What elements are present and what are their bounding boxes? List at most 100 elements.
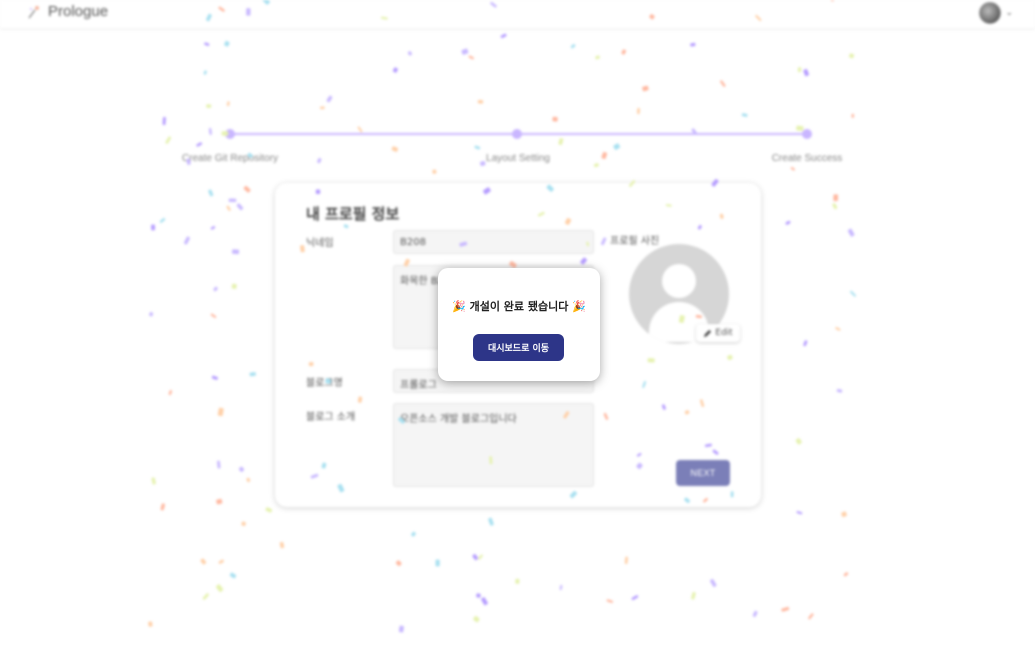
- confetti-piece: [684, 410, 690, 415]
- confetti-piece: [343, 224, 349, 229]
- confetti-piece: [483, 187, 491, 195]
- confetti-piece: [326, 95, 333, 103]
- confetti-piece: [803, 69, 810, 77]
- confetti-piece: [490, 1, 497, 8]
- confetti-piece: [552, 116, 558, 122]
- confetti-piece: [213, 286, 218, 292]
- confetti-piece: [162, 116, 166, 126]
- confetti-piece: [200, 558, 207, 565]
- confetti-piece: [703, 497, 708, 503]
- confetti-piece: [204, 42, 210, 46]
- confetti-piece: [796, 511, 803, 515]
- confetti-piece: [637, 107, 640, 115]
- confetti-piece: [151, 224, 156, 231]
- confetti-piece: [564, 217, 572, 225]
- confetti-piece: [684, 497, 691, 504]
- confetti-piece: [208, 127, 212, 135]
- confetti-piece: [678, 315, 685, 324]
- confetti-piece: [391, 146, 399, 152]
- go-to-dashboard-button[interactable]: 대시보드로 이동: [473, 334, 564, 361]
- confetti-piece: [580, 257, 588, 265]
- confetti-piece: [606, 599, 614, 603]
- confetti-piece: [851, 113, 855, 118]
- confetti-piece: [704, 443, 712, 448]
- confetti-piece: [398, 625, 404, 633]
- confetti-piece: [459, 241, 468, 247]
- confetti-piece: [796, 125, 804, 131]
- confetti-piece: [850, 290, 856, 297]
- confetti-piece: [720, 80, 726, 87]
- confetti-piece: [603, 412, 609, 420]
- confetti-piece: [476, 593, 481, 598]
- confetti-piece: [781, 606, 790, 612]
- confetti-piece: [647, 358, 655, 363]
- confetti-piece: [208, 189, 214, 197]
- confetti-piece: [697, 224, 702, 230]
- confetti-piece: [477, 99, 484, 104]
- confetti-piece: [380, 16, 388, 20]
- confetti-piece: [357, 126, 363, 133]
- confetti-piece: [315, 189, 321, 195]
- confetti-piece: [803, 340, 808, 347]
- confetti-piece: [563, 411, 570, 419]
- confetti-piece: [621, 49, 627, 55]
- confetti-piece: [613, 143, 621, 150]
- confetti-piece: [226, 205, 231, 211]
- confetti-piece: [186, 158, 191, 165]
- confetti-piece: [215, 584, 224, 593]
- confetti-piece: [246, 8, 251, 16]
- confetti-piece: [435, 559, 440, 567]
- confetti-piece: [398, 417, 406, 424]
- confetti-piece: [628, 180, 636, 187]
- confetti-piece: [159, 217, 166, 223]
- confetti-piece: [196, 142, 203, 147]
- confetti-piece: [478, 554, 483, 560]
- confetti-piece: [217, 407, 224, 417]
- confetti-piece: [841, 511, 847, 518]
- confetti-piece: [310, 473, 319, 479]
- confetti-piece: [797, 67, 802, 73]
- confetti-piece: [236, 203, 244, 211]
- confetti-piece: [300, 245, 305, 253]
- confetti-piece: [395, 560, 402, 567]
- confetti-piece: [712, 449, 719, 455]
- confetti-piece: [830, 0, 834, 2]
- confetti-piece: [661, 404, 666, 410]
- confetti-piece: [642, 85, 649, 92]
- confetti-piece: [202, 593, 209, 600]
- confetti-piece: [231, 249, 240, 255]
- confetti-piece: [403, 258, 410, 267]
- confetti-piece: [624, 556, 629, 564]
- confetti-piece: [558, 138, 564, 146]
- confetti-piece: [265, 507, 273, 513]
- confetti-piece: [247, 152, 253, 158]
- confetti-piece: [785, 220, 791, 225]
- confetti-piece: [593, 163, 599, 168]
- confetti-piece: [730, 491, 734, 498]
- confetti-piece: [216, 498, 223, 505]
- confetti-piece: [665, 204, 672, 207]
- confetti-piece: [586, 241, 590, 247]
- confetti-piece: [221, 131, 229, 136]
- confetti-piece: [168, 390, 173, 396]
- confetti-piece: [835, 326, 841, 331]
- confetti-piece: [148, 621, 153, 627]
- confetti-piece: [636, 462, 643, 470]
- confetti-piece: [636, 452, 642, 457]
- confetti-piece: [243, 185, 251, 193]
- confetti-piece: [411, 531, 416, 537]
- confetti-piece: [600, 237, 607, 246]
- confetti-piece: [489, 456, 493, 465]
- confetti-piece: [480, 161, 486, 167]
- confetti-piece: [642, 381, 647, 388]
- confetti-piece: [151, 477, 156, 485]
- confetti-piece: [808, 613, 814, 620]
- confetti-piece: [833, 194, 839, 202]
- confetti-piece: [727, 354, 733, 361]
- confetti-piece: [261, 0, 270, 5]
- confetti-piece: [325, 378, 332, 384]
- confetti-piece: [843, 572, 849, 577]
- confetti-piece: [210, 226, 216, 230]
- confetti-piece: [149, 312, 154, 317]
- confetti-piece: [691, 591, 696, 600]
